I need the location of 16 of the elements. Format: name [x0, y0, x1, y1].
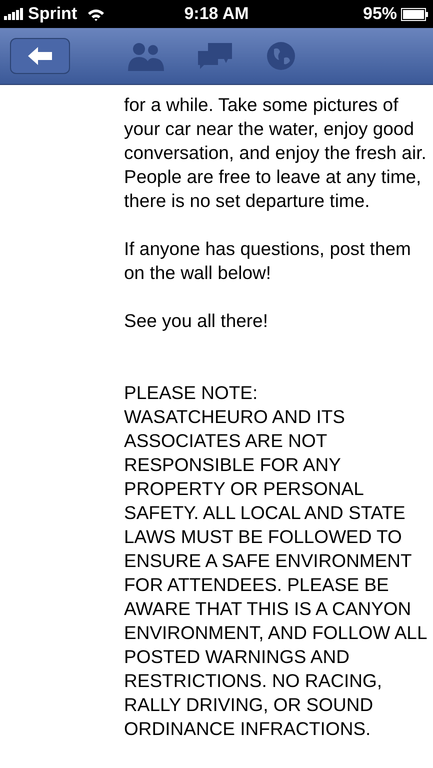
notice-text: WASATCHEURO AND ITS ASSOCIATES ARE NOT RESPONSIBLE FOR ANY PROPERTY OR PERSONAL SAFETY. ALL LOCAL AND STATE LAWS MUST BE FOLLOWED TO ENSURE A SAFE ENVIRONMENT FOR ATTENDEES. PLEASE BE AWARE THAT THIS IS A CANYON ENVIRONMENT, AND FOLLOW ALL POSTED WARNINGS AND RESTRICTIONS. NO RACING, RALLY DRIVING, OR SOUND ORDINANCE INFRACTIONS.: [124, 405, 427, 741]
clock-time: 9:18 AM: [183, 3, 250, 26]
friends-icon[interactable]: [128, 41, 164, 71]
wifi-icon: [87, 8, 106, 20]
back-arrow-icon: [28, 47, 52, 65]
battery-icon: [401, 8, 430, 20]
carrier-name: Sprint: [28, 3, 78, 26]
globe-icon[interactable]: [266, 41, 296, 71]
back-button[interactable]: [10, 38, 70, 74]
messages-icon[interactable]: [198, 41, 232, 71]
paragraph: If anyone has questions, post them on the wall below!: [124, 237, 412, 285]
signal-icon: [4, 8, 24, 20]
battery-percent: 95%: [362, 3, 398, 26]
paragraph: See you all there!: [124, 309, 269, 333]
paragraph: for a while. Take some pictures of your car near the water, enjoy good conversation, and enjoy the fresh air. People are free to leave at any time, there is no set departure time.: [124, 93, 427, 213]
notice-heading: PLEASE NOTE:: [124, 381, 259, 405]
